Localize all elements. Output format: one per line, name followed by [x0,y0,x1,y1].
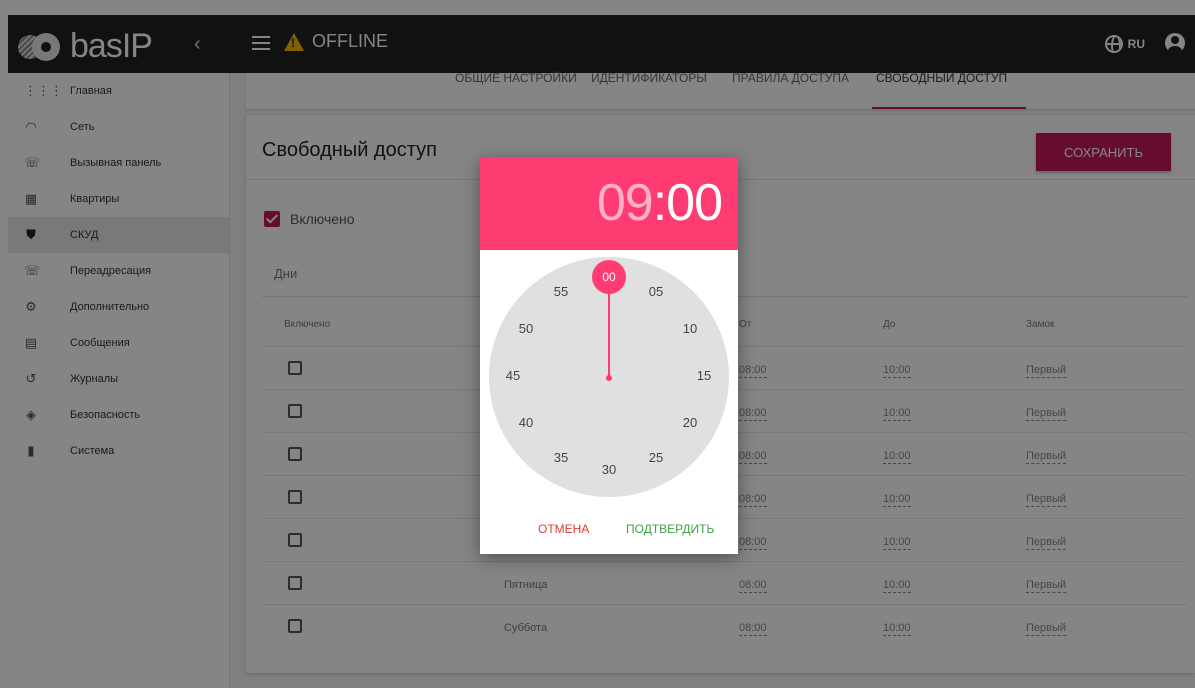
minute-option[interactable]: 25 [644,450,668,465]
time-picker-header: 09:00 [480,157,738,250]
selected-minute[interactable]: 00 [592,260,626,294]
minutes-display[interactable]: 00 [666,174,723,232]
hours-display[interactable]: 09 [597,174,654,232]
clock-face[interactable]: 00 05 10 15 20 25 30 35 40 45 50 55 [489,257,729,497]
minute-option[interactable]: 40 [514,415,538,430]
minute-option[interactable]: 30 [597,462,621,477]
minute-option[interactable]: 35 [549,450,573,465]
minute-option[interactable]: 20 [678,415,702,430]
time-display: 09:00 [597,173,723,233]
time-separator: : [652,174,667,232]
minute-option[interactable]: 10 [678,321,702,336]
clock-center [606,375,612,381]
minute-option[interactable]: 15 [692,368,716,383]
minute-option[interactable]: 55 [549,284,573,299]
clock-hand [608,285,610,377]
minute-option[interactable]: 45 [501,368,525,383]
confirm-button[interactable]: ПОДТВЕРДИТЬ [626,522,714,536]
cancel-button[interactable]: ОТМЕНА [538,522,589,536]
minute-option[interactable]: 05 [644,284,668,299]
time-picker-dialog: 09:00 00 05 10 15 20 25 30 35 40 45 50 5… [480,157,738,554]
minute-option[interactable]: 50 [514,321,538,336]
